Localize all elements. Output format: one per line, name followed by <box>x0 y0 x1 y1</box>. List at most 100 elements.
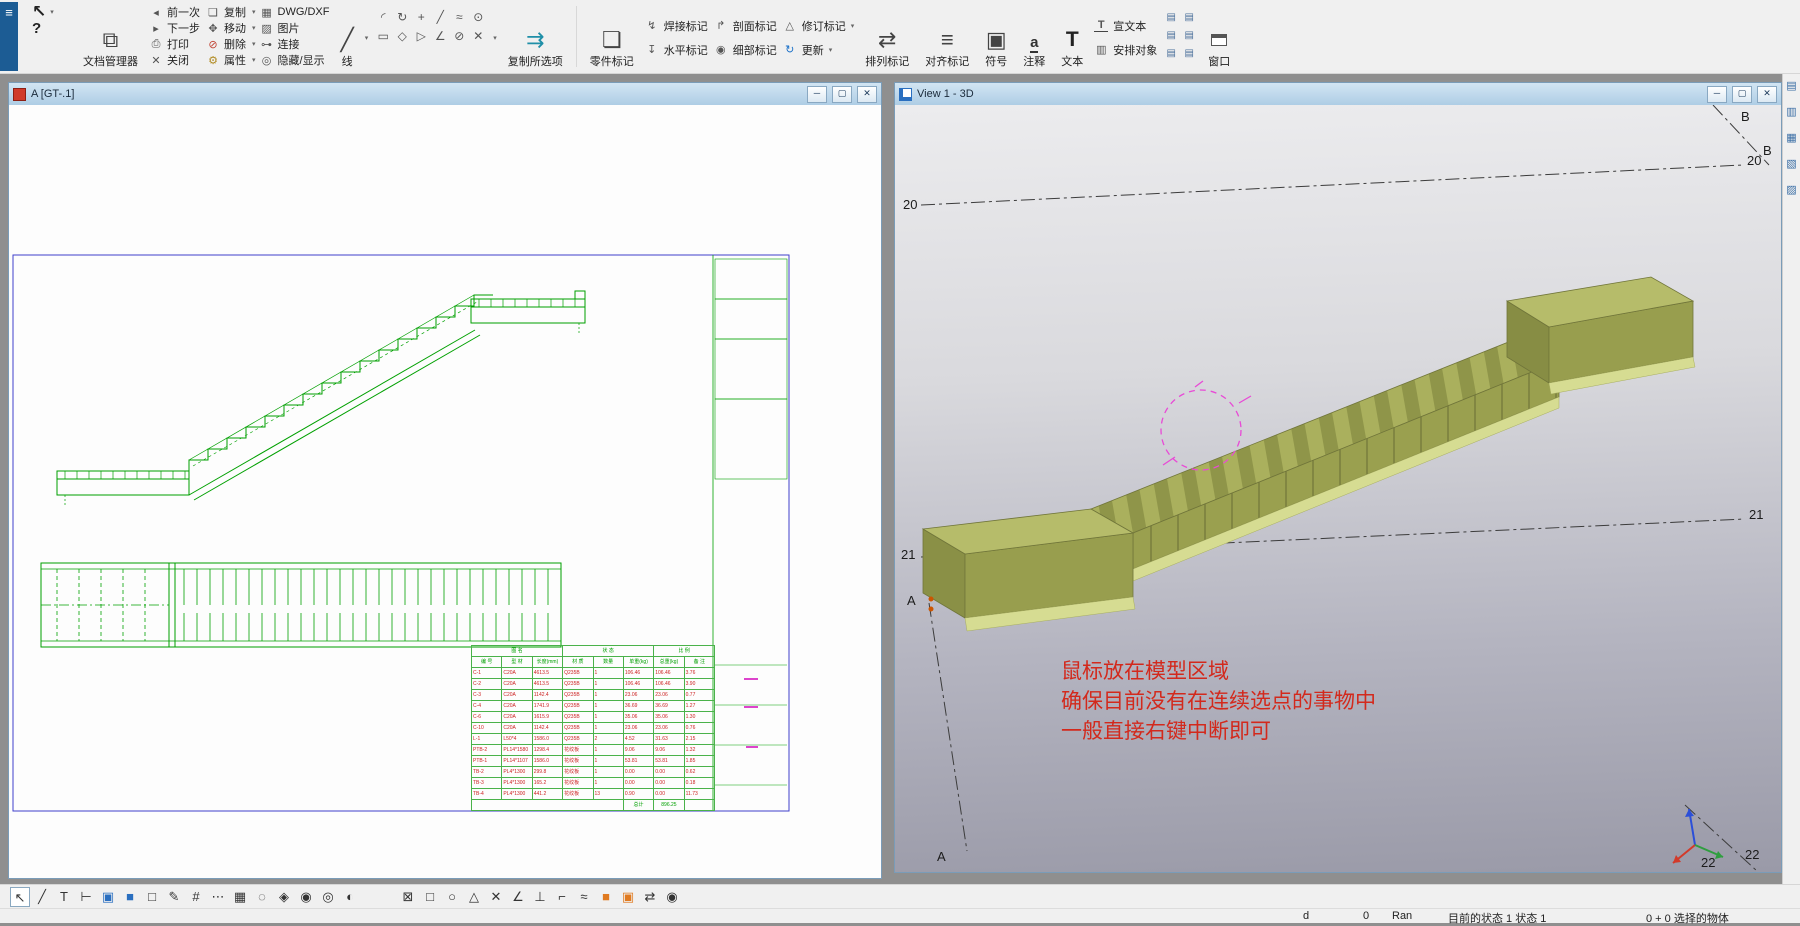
close-drawing-button[interactable]: ✕关闭 <box>149 52 200 68</box>
zoom-select-icon[interactable]: ◌ <box>252 887 272 907</box>
pan-tool-icon[interactable]: ◉ <box>296 887 316 907</box>
panel-layout-1-icon[interactable]: ▤ <box>1782 80 1800 100</box>
minimize-button[interactable]: ─ <box>1707 86 1727 103</box>
snap-corner-icon[interactable]: ⌐ <box>552 887 572 907</box>
snap-grid-icon[interactable]: # <box>186 887 206 907</box>
close-button[interactable]: ✕ <box>857 86 877 103</box>
snap-angle-icon[interactable]: ∠ <box>508 887 528 907</box>
arc-tool-icon[interactable]: ◜ <box>374 8 392 26</box>
snap-perpendicular-icon[interactable]: ⊥ <box>530 887 550 907</box>
slash-circle-tool-icon[interactable]: ⊘ <box>450 27 468 45</box>
circle-point-tool-icon[interactable]: ⊙ <box>469 8 487 26</box>
detail-mark-button[interactable]: ◉细部标记 <box>714 41 777 59</box>
polygon-tool-icon[interactable]: ▷ <box>412 27 430 45</box>
solid-select-icon[interactable]: ■ <box>120 887 140 907</box>
list-tool-icon[interactable]: ▤ <box>1163 28 1179 44</box>
snap-curve-icon[interactable]: ≈ <box>574 887 594 907</box>
section-mark-button[interactable]: ↱剖面标记 <box>714 17 777 35</box>
rect-tool-icon[interactable]: ▭ <box>374 27 392 45</box>
note-button[interactable]: a 注释 <box>1018 2 1050 71</box>
restore-button[interactable]: ▢ <box>832 86 852 103</box>
staircase-elevation[interactable] <box>57 291 585 507</box>
level-mark-button[interactable]: ↧水平标记 <box>645 41 708 59</box>
dwg-dxf-button[interactable]: ▾▦DWG/DXF <box>252 4 329 20</box>
move-button[interactable]: ✥移动 <box>206 20 246 36</box>
line-segment-icon[interactable]: ╱ <box>32 887 52 907</box>
staircase-plan[interactable] <box>41 563 561 647</box>
area-select-icon[interactable]: ▣ <box>98 887 118 907</box>
panel-layout-4-icon[interactable]: ▧ <box>1782 158 1800 178</box>
revision-mark-button[interactable]: △修订标记▾ <box>783 17 855 35</box>
arrange-objects-button[interactable]: ▥安排对象 <box>1094 41 1157 59</box>
list-tool-icon[interactable]: ▤ <box>1181 46 1197 62</box>
prev-button[interactable]: ◂前一次 <box>149 4 200 20</box>
line-dropdown[interactable]: ▾ <box>365 2 369 71</box>
drawing-window-titlebar[interactable]: A [GT-.1] ─ ▢ ✕ <box>9 83 881 105</box>
align-marks-button[interactable]: ≡ 对齐标记 <box>920 2 974 71</box>
empty-box-select-icon[interactable]: □ <box>142 887 162 907</box>
snap-cross-icon[interactable]: ✕ <box>486 887 506 907</box>
weld-mark-button[interactable]: ↯焊接标记 <box>645 17 708 35</box>
text-button[interactable]: T 文本 <box>1056 2 1088 71</box>
drawing-canvas[interactable]: 图 名状 态比 例编 号型 材长度(mm)材 质数量单重(kg)总重(kg)备 … <box>9 105 881 878</box>
panel-layout-2-icon[interactable]: ▥ <box>1782 106 1800 126</box>
restore-button[interactable]: ▢ <box>1732 86 1752 103</box>
print-button[interactable]: ⎙打印 <box>149 36 200 52</box>
select-pointer-button[interactable]: ↖ ▾ <box>32 4 72 20</box>
snap-dots-icon[interactable]: ⋯ <box>208 887 228 907</box>
hide-show-button[interactable]: ▾◎隐藏/显示 <box>252 52 329 68</box>
ortho-grid-toggle-icon[interactable]: ▣ <box>618 887 638 907</box>
list-tool-icon[interactable]: ▤ <box>1163 10 1179 26</box>
view-3d-titlebar[interactable]: View 1 - 3D ─ ▢ ✕ <box>895 83 1781 105</box>
snap-box-icon[interactable]: □ <box>420 887 440 907</box>
symbol-button[interactable]: ▣ 符号 <box>980 2 1012 71</box>
next-button[interactable]: ▸下一步 <box>149 20 200 36</box>
dim-tool-icon[interactable]: ⊢ <box>76 887 96 907</box>
visibility-toggle-icon[interactable]: ◐ <box>340 887 360 907</box>
staircase-3d-model[interactable] <box>923 277 1695 631</box>
app-menu-button[interactable]: ≡ <box>0 2 18 71</box>
snap-triangle-icon[interactable]: △ <box>464 887 484 907</box>
update-button[interactable]: ↻更新▾ <box>783 41 855 59</box>
panel-layout-5-icon[interactable]: ▨ <box>1782 184 1800 204</box>
copy-selected-button[interactable]: ⇉ 复制所选项 <box>503 2 568 71</box>
ortho-toggle-icon[interactable]: ■ <box>596 887 616 907</box>
delete-button[interactable]: ⊘删除 <box>206 36 246 52</box>
properties-button[interactable]: ⚙属性 <box>206 52 246 68</box>
window-button[interactable]: 窗口 <box>1203 2 1235 71</box>
cross-tool-icon[interactable]: + <box>412 8 430 26</box>
angle-tool-icon[interactable]: ∠ <box>431 27 449 45</box>
panel-layout-3-icon[interactable]: ▦ <box>1782 132 1800 152</box>
image-button[interactable]: ▾▨图片 <box>252 20 329 36</box>
center-snap-icon[interactable]: ◎ <box>318 887 338 907</box>
copy-button[interactable]: ❏复制 <box>206 4 246 20</box>
rotate-tool-icon[interactable]: ↻ <box>393 8 411 26</box>
list-tool-icon[interactable]: ▤ <box>1181 10 1197 26</box>
diagonal-tool-icon[interactable]: ╱ <box>431 8 449 26</box>
part-mark-button[interactable]: ❏ 零件标记 <box>585 2 639 71</box>
doc-manager-button[interactable]: ⧉ 文档管理器 <box>78 2 143 71</box>
text-tool-icon[interactable]: T <box>54 887 74 907</box>
curve-tool-icon[interactable]: ≈ <box>450 8 468 26</box>
model-canvas[interactable]: B B 20 20 21 21 A A 22 22 鼠标放在模型区域 确保目前没… <box>895 105 1781 872</box>
snap-circle-icon[interactable]: ○ <box>442 887 462 907</box>
minimize-button[interactable]: ─ <box>807 86 827 103</box>
rich-text-button[interactable]: T宣文本 <box>1094 17 1157 35</box>
select-arrow-icon[interactable]: ↖ <box>10 887 30 907</box>
close-button[interactable]: ✕ <box>1757 86 1777 103</box>
swap-direction-icon[interactable]: ⇄ <box>640 887 660 907</box>
help-button[interactable]: ? <box>32 20 72 36</box>
arrange-marks-button[interactable]: ⇄ 排列标记 <box>860 2 914 71</box>
magnet-snap-icon[interactable]: ◈ <box>274 887 294 907</box>
link-button[interactable]: ▾⊶连接 <box>252 36 329 52</box>
line-tool-button[interactable]: ╱ 线 <box>335 2 358 71</box>
snap-endpoint-icon[interactable]: ⊠ <box>398 887 418 907</box>
grid-view-icon[interactable]: ▦ <box>230 887 250 907</box>
pen-tool-icon[interactable]: ✎ <box>164 887 184 907</box>
sketch-dropdown[interactable]: ▾ <box>493 2 497 71</box>
tracking-toggle-icon[interactable]: ◉ <box>662 887 682 907</box>
cross-mark-tool-icon[interactable]: ✕ <box>469 27 487 45</box>
list-tool-icon[interactable]: ▤ <box>1163 46 1179 62</box>
diamond-tool-icon[interactable]: ◇ <box>393 27 411 45</box>
list-tool-icon[interactable]: ▤ <box>1181 28 1197 44</box>
